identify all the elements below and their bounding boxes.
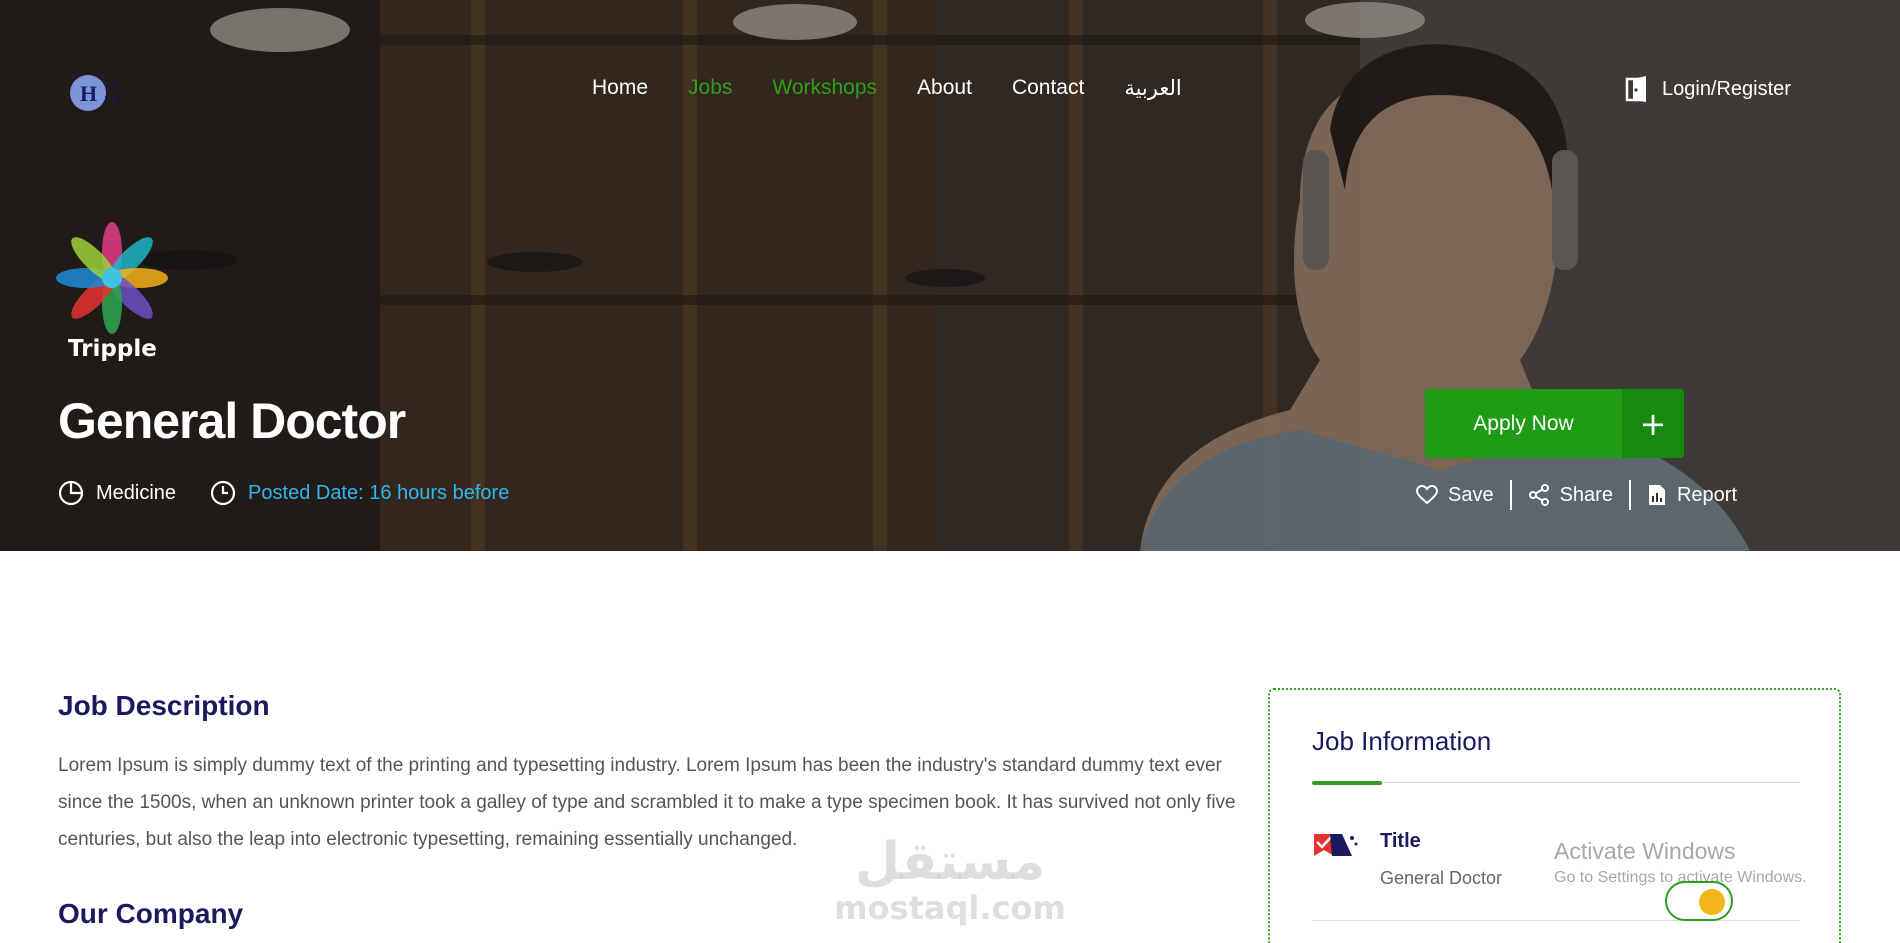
- door-icon: [1625, 76, 1646, 102]
- report-icon: [1648, 485, 1665, 505]
- job-posted-label: Posted Date: 16 hours before: [248, 481, 510, 504]
- job-posted-date: Posted Date: 16 hours before: [210, 480, 509, 506]
- nav-home[interactable]: Home: [592, 76, 648, 101]
- nav-jobs[interactable]: Jobs: [688, 76, 732, 101]
- info-title-label: Title: [1380, 830, 1421, 852]
- save-button[interactable]: Save: [1400, 484, 1510, 507]
- job-information-card: Job Information Title General Doctor: [1268, 688, 1841, 943]
- apply-now-button[interactable]: Apply Now +: [1425, 389, 1684, 458]
- hero-banner: H UB UB Home Jobs Workshops About Contac…: [0, 0, 1900, 551]
- activate-title: Activate Windows: [1554, 838, 1736, 864]
- main-nav: Home Jobs Workshops About Contact العربي…: [592, 76, 1222, 101]
- sun-icon: [1699, 889, 1725, 915]
- watermark-latin: mostaql.com: [834, 889, 1066, 927]
- heart-icon: [1416, 485, 1438, 505]
- nav-workshops[interactable]: Workshops: [772, 76, 877, 101]
- job-details-page: H UB UB Home Jobs Workshops About Contac…: [0, 0, 1900, 943]
- apply-now-label: Apply Now: [1425, 389, 1622, 458]
- login-register-link[interactable]: Login/Register: [1624, 76, 1791, 102]
- pie-chart-icon: [58, 480, 84, 506]
- plus-icon: +: [1622, 389, 1684, 458]
- heading-divider: [1312, 782, 1800, 783]
- job-meta: Medicine Posted Date: 16 hours before: [58, 480, 543, 506]
- info-title-value: General Doctor: [1380, 868, 1503, 888]
- login-label: Login/Register: [1662, 77, 1791, 100]
- company-name: Tripple: [68, 336, 157, 362]
- theme-toggle[interactable]: [1665, 881, 1733, 921]
- job-actions: Save Share Report: [1400, 480, 1753, 510]
- share-icon: [1528, 484, 1549, 506]
- our-company-heading: Our Company: [58, 898, 244, 929]
- report-button[interactable]: Report: [1631, 484, 1753, 507]
- nav-arabic[interactable]: العربية: [1124, 76, 1181, 101]
- clock-icon: [210, 480, 236, 506]
- job-category: Medicine: [58, 480, 176, 506]
- job-title: General Doctor: [58, 393, 406, 449]
- item-divider: [1312, 920, 1800, 921]
- nav-contact[interactable]: Contact: [1012, 76, 1084, 101]
- site-logo[interactable]: H UB UB: [68, 73, 130, 113]
- job-information-heading: Job Information: [1312, 726, 1492, 756]
- share-button[interactable]: Share: [1512, 484, 1629, 507]
- activate-windows-notice: Activate Windows Go to Settings to activ…: [1554, 838, 1807, 887]
- company-logo: [56, 222, 168, 334]
- svg-text:H: H: [80, 81, 97, 106]
- svg-text:UB: UB: [104, 81, 118, 92]
- badge-icon: [1312, 828, 1358, 860]
- report-label: Report: [1676, 483, 1737, 506]
- heading-accent: [1312, 781, 1382, 785]
- share-label: Share: [1559, 483, 1613, 506]
- svg-text:UB: UB: [104, 95, 118, 106]
- nav-about[interactable]: About: [917, 76, 972, 101]
- save-label: Save: [1448, 483, 1494, 506]
- watermark-arabic: مستقل: [854, 832, 1046, 892]
- job-description-heading: Job Description: [58, 690, 270, 721]
- job-category-label: Medicine: [96, 481, 177, 504]
- mostaql-watermark: مستقل mostaql.com: [832, 834, 1068, 926]
